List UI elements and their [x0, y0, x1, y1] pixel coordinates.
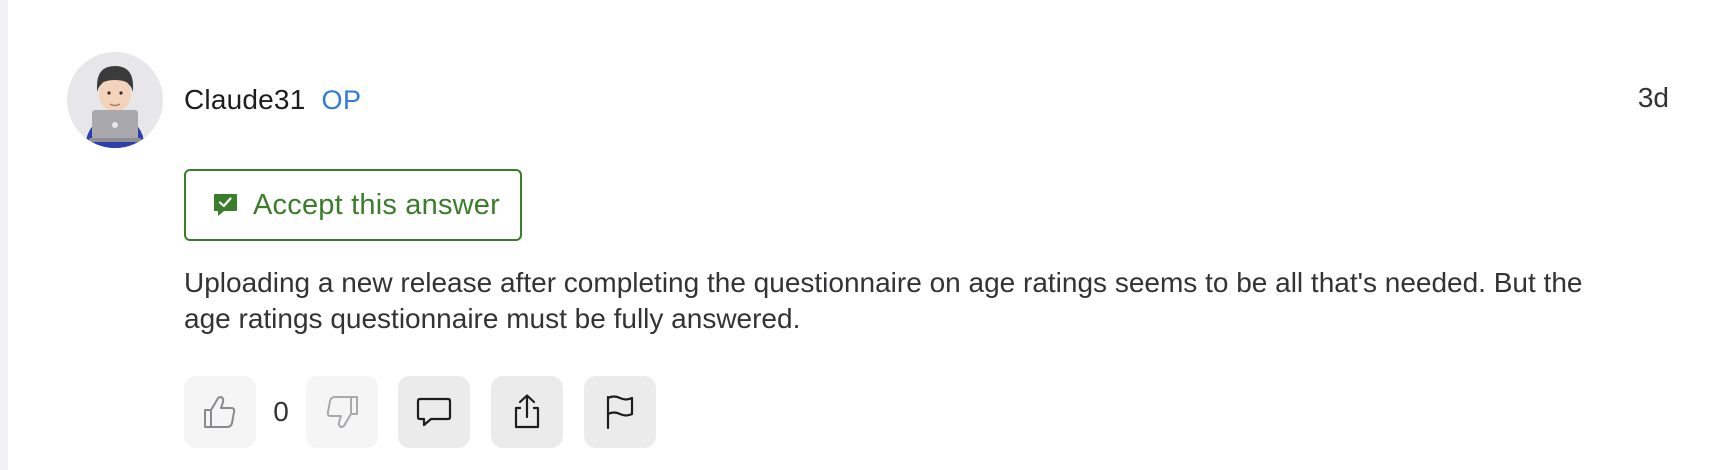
post-timestamp[interactable]: 3d [1638, 82, 1669, 114]
avatar[interactable] [67, 52, 163, 148]
upvote-button[interactable] [184, 376, 256, 448]
person-with-laptop-icon [85, 66, 145, 148]
post-body: Uploading a new release after completing… [184, 267, 1583, 334]
accept-answer-button[interactable]: Accept this answer [184, 169, 522, 241]
share-icon [514, 394, 540, 429]
thumbs-up-icon [204, 396, 236, 428]
reply-button[interactable] [398, 376, 470, 448]
post-actions: 0 [184, 376, 656, 448]
share-button[interactable] [491, 376, 563, 448]
accept-answer-label: Accept this answer [253, 188, 500, 221]
downvote-button[interactable] [306, 376, 378, 448]
author-name[interactable]: Claude31 [184, 84, 305, 116]
comment-bubble-icon [416, 397, 452, 427]
op-badge: OP [321, 84, 362, 115]
flag-button[interactable] [584, 376, 656, 448]
thumbs-down-icon [326, 396, 358, 428]
answer-post: Claude31 OP 3d Accept this answer Upload… [0, 0, 1720, 470]
vote-count: 0 [273, 396, 289, 427]
checkmark-speech-bubble-icon [211, 191, 239, 219]
flag-icon [606, 395, 634, 430]
author-row: Claude31 OP [184, 80, 362, 120]
